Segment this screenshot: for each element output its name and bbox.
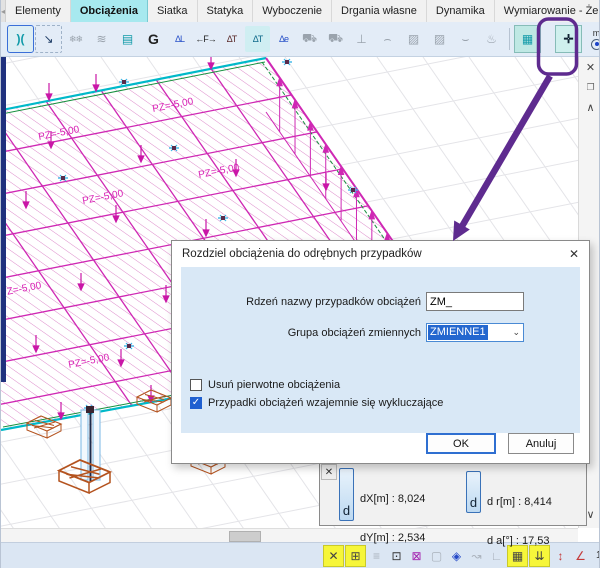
view-border (1, 57, 6, 382)
tank-load-icon[interactable]: ⌣ (453, 26, 478, 52)
frame-icon[interactable]: ▢ (427, 546, 446, 566)
section-select-icon[interactable]: )( (7, 25, 34, 53)
app-window: ◂ Elementy Obciążenia Siatka Statyka Wyb… (0, 0, 600, 568)
slanted-mesh2-icon[interactable]: ▨ (427, 26, 452, 52)
self-weight-icon[interactable]: G (141, 26, 166, 52)
dr-value: d r[m] : 8,414 (487, 496, 552, 509)
load-pointer-icon[interactable]: ↘ (35, 25, 62, 53)
split-loads-icon[interactable]: ✛ (555, 25, 582, 53)
unit-meter-icon[interactable]: m (591, 29, 600, 50)
case-name-root-input[interactable] (426, 292, 524, 311)
coordinate-panel-close-icon[interactable]: ✕ (321, 464, 337, 480)
horizontal-scrollbar-thumb[interactable] (229, 531, 261, 542)
remove-original-loads-checkbox[interactable] (190, 379, 202, 391)
tab-wyboczenie[interactable]: Wyboczenie (253, 0, 332, 22)
tab-statyka[interactable]: Statyka (198, 0, 254, 22)
toolbar-separator (509, 28, 510, 50)
angle-icon[interactable]: ∠ (571, 546, 590, 566)
dx-value: dX[m] : 8,024 (360, 493, 425, 506)
view-restore-icon[interactable]: ❐ (579, 77, 600, 97)
unit-radio-icon (591, 39, 600, 50)
force-load-icon[interactable]: ←F→ (193, 26, 218, 52)
rail-load-icon[interactable]: ⊥ (349, 26, 374, 52)
tab-obciazenia[interactable]: Obciążenia (71, 0, 148, 22)
mutually-exclusive-checkbox[interactable]: ✓ (190, 397, 202, 409)
updown-icon[interactable]: ↕ (551, 546, 570, 566)
scroll-up-icon[interactable]: ∧ (579, 97, 600, 117)
remove-original-loads-label: Usuń pierwotne obciążenia (208, 379, 340, 391)
remove-original-loads-row[interactable]: Usuń pierwotne obciążenia (190, 379, 340, 391)
mutually-exclusive-row[interactable]: ✓ Przypadki obciążeń wzajemnie się wyklu… (190, 397, 443, 409)
load-group-label: Grupa obciążeń zmiennych (172, 324, 421, 343)
load-group-selected-value: ZMIENNE1 (428, 325, 488, 340)
module-tabbar: ◂ Elementy Obciążenia Siatka Statyka Wyb… (1, 0, 600, 23)
coordinate-panel: ✕ d dX[m] : 8,024 dY[m] : 2,534 dZ[m] : … (319, 462, 587, 526)
tab-dynamika[interactable]: Dynamika (427, 0, 495, 22)
tab-drgania-wlasne[interactable]: Drgania własne (332, 0, 427, 22)
influence-line-icon[interactable]: ⌢ (375, 26, 400, 52)
delta-mode-button-polar[interactable]: d (466, 471, 481, 513)
temperature-load-icon[interactable]: ΔT (219, 26, 244, 52)
snow-load-icon[interactable]: ❄❄ (63, 26, 88, 52)
train-load-icon[interactable]: ⛟ (323, 26, 348, 52)
wind-load-icon[interactable]: ≋ (89, 26, 114, 52)
loads-toolbar: )( ↘ ❄❄ ≋ ▤ G ΔL ←F→ ΔT ΔT Δe ⛟ ⛟ ⊥ ⌢ ▨ … (1, 22, 600, 57)
dialog-title: Rozdziel obciążenia do odrębnych przypad… (172, 241, 589, 267)
tab-wymiarowanie-zelbet[interactable]: Wymiarowanie - Żelbet (495, 0, 600, 22)
imperfection-load-icon[interactable]: Δe (271, 26, 296, 52)
dy-value: dY[m] : 2,534 (360, 532, 425, 545)
split-loads-dialog: Rozdziel obciążenia do odrębnych przypad… (171, 240, 590, 464)
elongation-load-icon[interactable]: ΔL (167, 26, 192, 52)
mesh-icon[interactable]: ▦ (514, 25, 541, 53)
fire-load-icon[interactable]: ♨ (479, 26, 504, 52)
truck-load-icon[interactable]: ⛟ (297, 26, 322, 52)
node-link-icon[interactable]: ◈ (447, 546, 466, 566)
tab-siatka[interactable]: Siatka (148, 0, 198, 22)
exponent-icon[interactable]: 1² (591, 546, 600, 566)
load-group-combobox[interactable]: ZMIENNE1 ⌄ (426, 323, 524, 342)
ok-button[interactable]: OK (426, 433, 496, 454)
water-pressure-icon[interactable]: ▤ (115, 26, 140, 52)
temperature-gradient-icon[interactable]: ΔT (245, 26, 270, 52)
curve-icon[interactable]: ↝ (467, 546, 486, 566)
chevron-down-icon[interactable]: ⌄ (512, 327, 520, 338)
mutually-exclusive-label: Przypadki obciążeń wzajemnie się wyklucz… (208, 397, 443, 409)
delta-mode-button-xyz[interactable]: d (339, 468, 354, 521)
cancel-button[interactable]: Anuluj (508, 433, 574, 454)
unit-meter-label: m (593, 29, 600, 38)
view-close-icon[interactable]: ✕ (579, 57, 600, 77)
slanted-mesh-icon[interactable]: ▨ (401, 26, 426, 52)
case-name-root-label: Rdzeń nazwy przypadków obciążeń (172, 293, 421, 312)
selection-cross-icon[interactable]: ✕ (323, 545, 344, 567)
tab-elementy[interactable]: Elementy (6, 0, 71, 22)
dialog-close-button[interactable]: ✕ (565, 245, 583, 263)
delta-polar-values: d r[m] : 8,414 d a[°] : 17,53 dh[m] : 0 (487, 470, 552, 568)
delta-xyz-values: dX[m] : 8,024 dY[m] : 2,534 dZ[m] : 0 dL… (360, 467, 425, 568)
da-value: d a[°] : 17,53 (487, 535, 552, 548)
